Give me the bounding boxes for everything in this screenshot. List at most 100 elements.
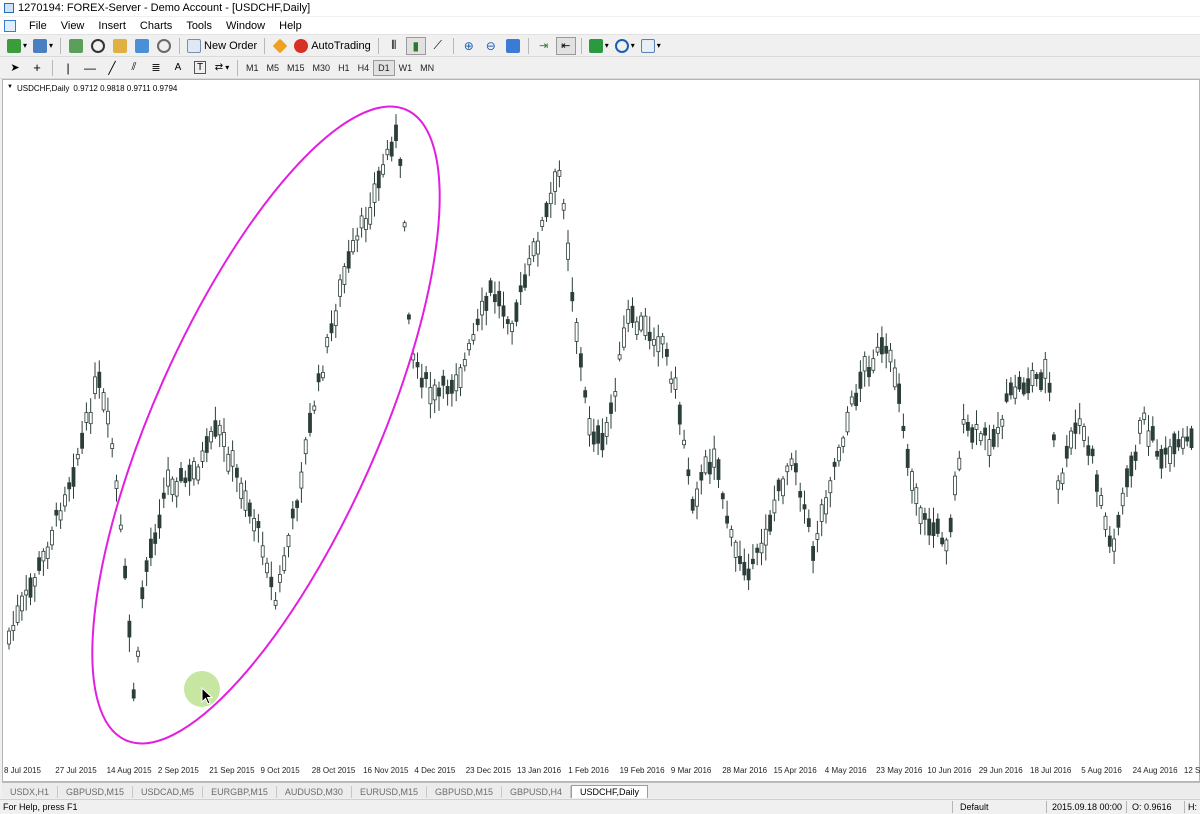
candle-body xyxy=(884,345,889,354)
tab-usdcad-m5[interactable]: USDCAD,M5 xyxy=(133,786,204,798)
data-window-button[interactable] xyxy=(88,37,108,55)
menu-window[interactable]: Window xyxy=(219,20,272,32)
candle-body xyxy=(256,521,261,529)
chart-window-icon[interactable] xyxy=(4,19,16,32)
candlestick-button[interactable]: ▮ xyxy=(405,36,426,55)
candle-body xyxy=(325,337,330,348)
chart-window[interactable]: ▼ USDCHF,Daily 0.9712 0.9818 0.9711 0.97… xyxy=(2,79,1200,782)
tab-eurgbp-m15[interactable]: EURGBP,M15 xyxy=(203,786,277,798)
arrows-button[interactable]: ⇄ ▾ xyxy=(212,59,232,77)
terminal-button[interactable] xyxy=(132,37,152,55)
profiles-button[interactable]: ▾ xyxy=(31,37,55,55)
timeframe-mn[interactable]: MN xyxy=(416,60,438,76)
menu-help[interactable]: Help xyxy=(272,20,309,32)
tab-gbpusd-m15[interactable]: GBPUSD,M15 xyxy=(58,786,134,798)
timeframe-h4[interactable]: H4 xyxy=(354,60,374,76)
date-axis-label: 2 Sep 2015 xyxy=(157,766,199,775)
candle-body xyxy=(480,300,484,316)
autoscroll-button[interactable]: ⇥ xyxy=(534,37,554,55)
candle-body xyxy=(497,290,502,307)
new-chart-button[interactable]: ▾ xyxy=(5,37,29,55)
templates-button[interactable]: ▾ xyxy=(639,37,663,55)
candlestick-chart[interactable] xyxy=(3,80,1200,782)
candle-body xyxy=(729,529,734,538)
cursor-tool-button[interactable]: ➤ xyxy=(5,59,25,77)
menu-file[interactable]: File xyxy=(22,20,54,32)
candle-body xyxy=(686,469,691,477)
candle-body xyxy=(1064,445,1069,459)
candle-body xyxy=(858,371,863,389)
trendline-button[interactable]: ╱ xyxy=(102,59,122,77)
timeframe-m1[interactable]: M1 xyxy=(242,60,263,76)
chart-shift-button[interactable]: ⇤ xyxy=(555,36,576,55)
zoom-out-icon: ⊖ xyxy=(485,38,496,53)
status-divider xyxy=(1126,801,1127,813)
candle-body xyxy=(136,650,140,657)
text-label-button[interactable]: T xyxy=(190,59,210,77)
autotrading-button[interactable]: AutoTrading xyxy=(292,37,373,55)
zoom-in-button[interactable]: ⊕ xyxy=(459,37,479,55)
candle-body xyxy=(1095,474,1099,492)
tab-usdx-h1[interactable]: USDX,H1 xyxy=(2,786,59,798)
tab-gbpusd-m15-2[interactable]: GBPUSD,M15 xyxy=(427,786,502,798)
new-order-button[interactable]: New Order xyxy=(185,37,259,55)
candle-body xyxy=(458,367,463,389)
candle-body xyxy=(467,342,472,351)
candle-body xyxy=(389,141,394,157)
timeframe-m30[interactable]: M30 xyxy=(309,60,335,76)
periods-button[interactable]: ▾ xyxy=(613,37,637,55)
zoom-out-button[interactable]: ⊖ xyxy=(481,37,501,55)
candle-body xyxy=(815,533,820,540)
navigator-button[interactable] xyxy=(110,37,130,55)
dropdown-arrow-icon: ▾ xyxy=(225,63,230,72)
tile-windows-button[interactable] xyxy=(503,37,523,55)
ellipse-annotation[interactable] xyxy=(23,80,508,782)
crosshair-tool-button[interactable]: + xyxy=(27,59,47,77)
candle-body xyxy=(914,487,919,505)
timeframe-d1[interactable]: D1 xyxy=(373,59,395,76)
bar-chart-button[interactable]: ⫴ xyxy=(384,37,404,55)
timeframe-m5[interactable]: M5 xyxy=(263,60,284,76)
tab-usdchf-daily[interactable]: USDCHF,Daily xyxy=(571,785,649,798)
candle-body xyxy=(131,689,136,699)
timeframe-h1[interactable]: H1 xyxy=(334,60,354,76)
metaeditor-button[interactable] xyxy=(270,37,290,55)
menu-view[interactable]: View xyxy=(54,20,92,32)
market-watch-button[interactable] xyxy=(66,37,86,55)
candle-body xyxy=(398,158,403,166)
candle-body xyxy=(811,546,815,561)
menu-tools[interactable]: Tools xyxy=(179,20,219,32)
timeframe-m15[interactable]: M15 xyxy=(283,60,309,76)
menu-insert[interactable]: Insert xyxy=(91,20,133,32)
equidistant-channel-button[interactable]: ⫽ xyxy=(124,59,144,77)
tab-gbpusd-h4[interactable]: GBPUSD,H4 xyxy=(502,786,571,798)
candle-body xyxy=(720,493,725,500)
candle-body xyxy=(484,295,489,311)
vertical-line-button[interactable]: | xyxy=(58,59,78,77)
candle-body xyxy=(785,465,790,473)
strategy-tester-button[interactable] xyxy=(154,37,174,55)
date-axis-label: 19 Feb 2016 xyxy=(619,766,665,775)
candle-body xyxy=(699,472,704,481)
timeframe-w1[interactable]: W1 xyxy=(395,60,417,76)
text-tool-button[interactable]: A xyxy=(168,59,188,77)
candle-body xyxy=(677,404,682,425)
candle-body xyxy=(329,323,334,334)
line-chart-button[interactable]: ⟋ xyxy=(428,37,448,55)
candle-body xyxy=(875,346,880,353)
candle-body xyxy=(441,375,446,386)
candle-body xyxy=(725,515,729,524)
market-watch-icon xyxy=(69,38,84,53)
date-axis-label: 21 Sep 2015 xyxy=(209,766,255,775)
menu-charts[interactable]: Charts xyxy=(133,20,179,32)
tab-audusd-m30[interactable]: AUDUSD,M30 xyxy=(277,786,352,798)
horizontal-line-button[interactable]: — xyxy=(80,59,100,77)
fibonacci-button[interactable]: ≣ xyxy=(146,59,166,77)
indicators-button[interactable]: ▾ xyxy=(587,37,611,55)
candle-body xyxy=(974,424,979,430)
candle-body xyxy=(217,424,222,436)
candle-body xyxy=(1129,455,1134,477)
tab-eurusd-m15[interactable]: EURUSD,M15 xyxy=(352,786,427,798)
candle-body xyxy=(363,218,368,230)
candle-body xyxy=(518,285,523,293)
